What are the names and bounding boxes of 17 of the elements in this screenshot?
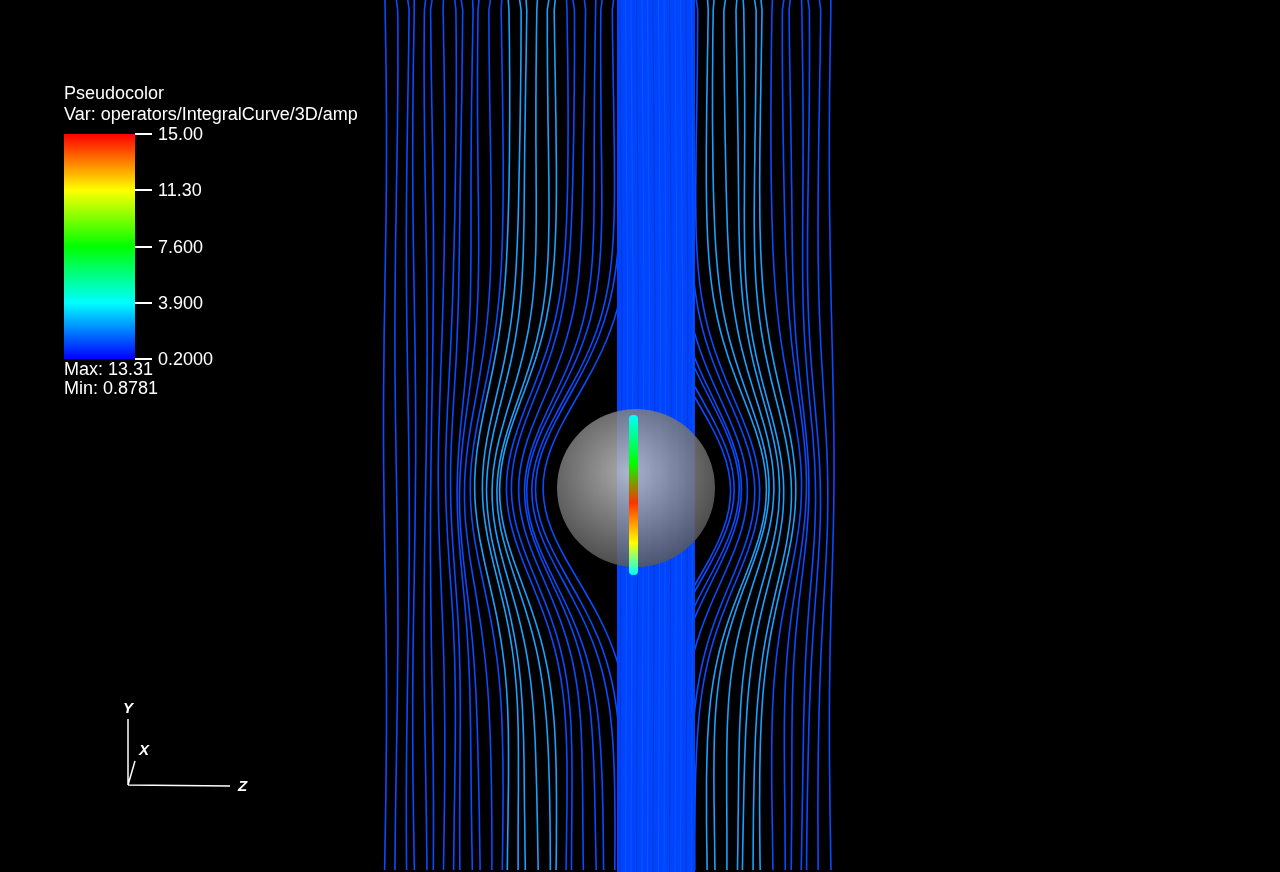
axis-label: Z <box>238 778 248 794</box>
tick-label: 7.600 <box>158 235 204 258</box>
legend-min: Min: 0.8781 <box>64 379 160 398</box>
tick-label: 3.900 <box>158 291 204 314</box>
tick-mark <box>135 301 152 304</box>
tick-mark <box>135 133 152 135</box>
legend-max: Max: 13.31 <box>64 360 155 379</box>
axis-label: X <box>139 742 149 758</box>
tick-mark <box>135 189 152 192</box>
tick-label: 15.00 <box>158 124 204 145</box>
tick-label: 0.2000 <box>158 348 214 370</box>
tick-mark <box>135 358 152 360</box>
axis-label: Y <box>123 700 133 716</box>
tick-label: 11.30 <box>158 179 202 202</box>
legend-variable: Var: operators/IntegralCurve/3D/amp <box>64 104 358 124</box>
legend-title: Pseudocolor <box>64 82 166 104</box>
tick-mark <box>135 245 152 248</box>
